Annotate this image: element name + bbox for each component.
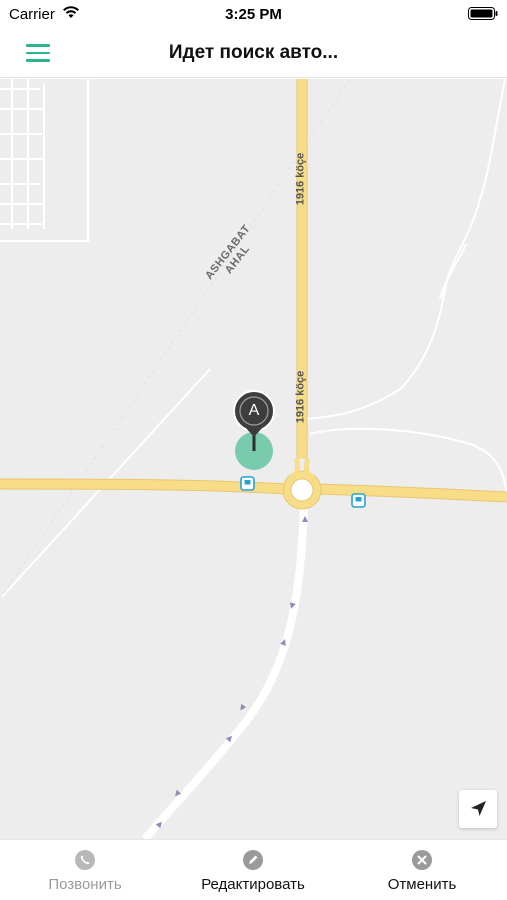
cancel-button[interactable]: Отменить xyxy=(362,840,482,900)
map-roads xyxy=(0,79,507,839)
status-bar: Carrier 3:25 PM xyxy=(0,0,507,28)
navigation-arrow-icon[interactable] xyxy=(459,790,497,828)
marker-label: A xyxy=(248,402,260,419)
call-button-label: Позвонить xyxy=(48,876,122,893)
pencil-icon xyxy=(243,850,263,870)
call-button[interactable]: Позвонить xyxy=(20,840,150,900)
road-label: 1916 köçe xyxy=(294,152,307,206)
edit-button-label: Редактировать xyxy=(201,876,305,893)
phone-icon xyxy=(75,850,95,870)
navigation-bar: Идет поиск авто... xyxy=(0,28,507,78)
bottom-action-bar: Позвонить Редактировать Отменить xyxy=(0,839,507,900)
map-view[interactable]: 1916 köçe 1916 köçe ASHGABAT AHAL A xyxy=(0,79,507,839)
status-time: 3:25 PM xyxy=(225,6,282,23)
page-title: Идет поиск авто... xyxy=(168,42,339,63)
road-label: 1916 köçe xyxy=(294,370,307,424)
cancel-button-label: Отменить xyxy=(387,876,457,893)
close-circle-icon xyxy=(412,850,432,870)
battery-icon xyxy=(468,7,498,20)
edit-button[interactable]: Редактировать xyxy=(183,840,323,900)
